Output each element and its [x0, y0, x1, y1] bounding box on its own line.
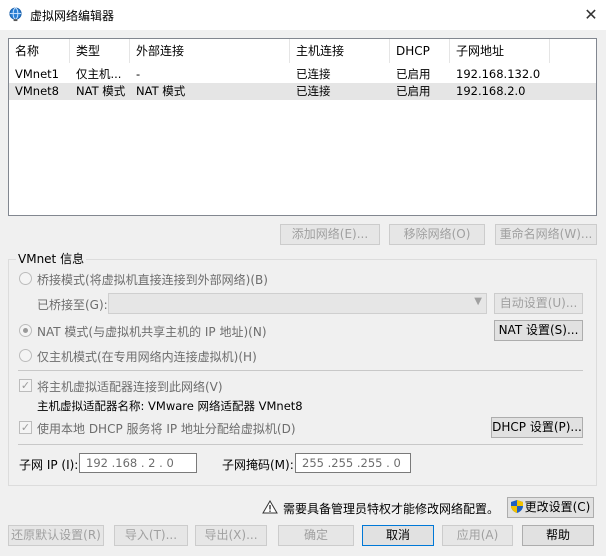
column-header-type[interactable]: 类型: [70, 39, 130, 63]
apply-button[interactable]: 应用(A): [442, 525, 513, 546]
column-header-host[interactable]: 主机连接: [290, 39, 390, 63]
chevron-down-icon: ▼: [474, 296, 482, 307]
table-row[interactable]: VMnet1 仅主机... - 已连接 已启用 192.168.132.0: [9, 66, 596, 83]
host-only-label: 仅主机模式(在专用网络内连接虚拟机)(H): [37, 350, 257, 364]
nat-settings-button[interactable]: NAT 设置(S)...: [494, 320, 583, 341]
add-network-button[interactable]: 添加网络(E)...: [280, 224, 380, 245]
help-button[interactable]: 帮助: [522, 525, 594, 546]
cancel-button[interactable]: 取消: [362, 525, 434, 546]
import-button[interactable]: 导入(T)...: [114, 525, 188, 546]
dhcp-settings-button[interactable]: DHCP 设置(P)...: [491, 417, 583, 438]
cell-dhcp: 已启用: [396, 67, 431, 81]
bridged-to-label: 已桥接至(G):: [37, 298, 108, 312]
bridged-mode-radio[interactable]: [19, 272, 32, 285]
separator: [18, 370, 583, 371]
auto-settings-button[interactable]: 自动设置(U)...: [494, 293, 583, 314]
network-table[interactable]: 名称 类型 外部连接 主机连接 DHCP 子网地址 VMnet1 仅主机... …: [8, 38, 597, 216]
connect-adapter-label: 将主机虚拟适配器连接到此网络(V): [37, 380, 223, 394]
cell-subnet: 192.168.132.0: [456, 67, 541, 81]
cell-subnet: 192.168.2.0: [456, 84, 526, 98]
vmnet-info-label: VMnet 信息: [16, 250, 87, 267]
cell-external: -: [136, 67, 141, 81]
subnet-ip-input[interactable]: 192 .168 . 2 . 0: [79, 453, 197, 473]
admin-notice-text: 需要具备管理员特权才能修改网络配置。: [283, 502, 500, 516]
cell-name: VMnet8: [15, 84, 59, 98]
nat-mode-label: NAT 模式(与虚拟机共享主机的 IP 地址)(N): [37, 325, 267, 339]
cell-host: 已连接: [296, 67, 331, 81]
change-settings-button[interactable]: 更改设置(C): [507, 497, 594, 518]
close-icon[interactable]: ✕: [580, 5, 602, 25]
export-button[interactable]: 导出(X)...: [195, 525, 267, 546]
cell-external: NAT 模式: [136, 84, 186, 98]
column-header-dhcp[interactable]: DHCP: [390, 39, 450, 63]
column-header-name[interactable]: 名称: [9, 39, 70, 63]
cell-name: VMnet1: [15, 67, 59, 81]
bridged-to-select[interactable]: ▼: [108, 293, 487, 314]
cell-type: NAT 模式: [76, 84, 126, 98]
network-globe-icon: [9, 7, 22, 22]
subnet-mask-input[interactable]: 255 .255 .255 . 0: [295, 453, 411, 473]
rename-network-button[interactable]: 重命名网络(W)...: [495, 224, 597, 245]
subnet-mask-label: 子网掩码(M):: [222, 458, 294, 472]
bridged-mode-label: 桥接模式(将虚拟机直接连接到外部网络)(B): [37, 273, 268, 287]
ok-button[interactable]: 确定: [278, 525, 354, 546]
connect-adapter-checkbox[interactable]: ✓: [19, 379, 32, 392]
separator: [18, 444, 583, 445]
window-title: 虚拟网络编辑器: [30, 9, 115, 23]
nat-mode-radio[interactable]: [19, 324, 32, 337]
dhcp-label: 使用本地 DHCP 服务将 IP 地址分配给虚拟机(D): [37, 422, 296, 436]
column-header-external[interactable]: 外部连接: [130, 39, 290, 63]
subnet-ip-label: 子网 IP (I):: [19, 458, 79, 472]
restore-defaults-button[interactable]: 还原默认设置(R): [8, 525, 104, 546]
table-header: 名称 类型 外部连接 主机连接 DHCP 子网地址: [9, 39, 596, 63]
adapter-name-label: 主机虚拟适配器名称: VMware 网络适配器 VMnet8: [37, 399, 303, 413]
host-only-radio[interactable]: [19, 349, 32, 362]
warning-triangle-icon: [262, 500, 278, 514]
uac-shield-icon: [510, 500, 523, 513]
cell-host: 已连接: [296, 84, 331, 98]
table-row-selected[interactable]: VMnet8 NAT 模式 NAT 模式 已连接 已启用 192.168.2.0: [9, 83, 596, 100]
change-settings-label: 更改设置(C): [524, 500, 591, 514]
dhcp-checkbox[interactable]: ✓: [19, 421, 32, 434]
column-header-subnet[interactable]: 子网地址: [450, 39, 550, 63]
cell-type: 仅主机...: [76, 67, 122, 81]
cell-dhcp: 已启用: [396, 84, 431, 98]
remove-network-button[interactable]: 移除网络(O): [389, 224, 485, 245]
